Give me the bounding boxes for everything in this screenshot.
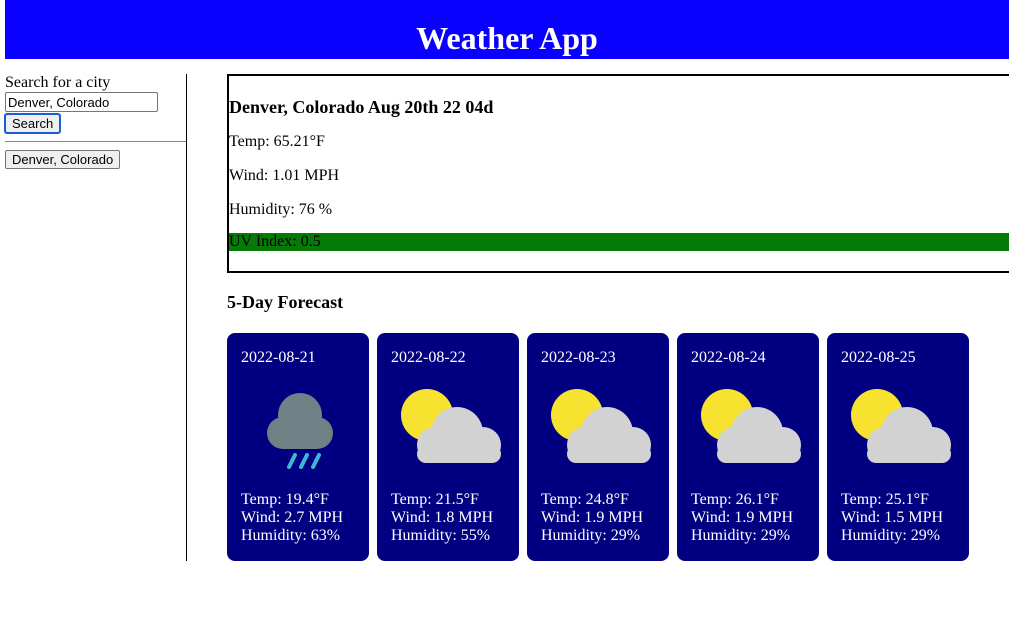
forecast-humidity: Humidity: 55%: [391, 527, 491, 544]
current-weather-panel: Denver, Colorado Aug 20th 22 04d Temp: 6…: [227, 74, 1009, 273]
current-humidity: Humidity: 76 %: [229, 201, 333, 218]
forecast-card: 2022-08-24 Temp: 26.1°F Wind: 1.9 MPH Hu…: [677, 333, 819, 561]
current-temp: Temp: 65.21°F: [229, 133, 325, 150]
forecast-wind: Wind: 2.7 MPH: [241, 509, 344, 526]
forecast-temp: Temp: 24.8°F: [541, 491, 629, 508]
partly-cloudy-icon: [701, 389, 801, 463]
forecast-card: 2022-08-23 Temp: 24.8°F Wind: 1.9 MPH Hu…: [527, 333, 669, 561]
history-item-denver[interactable]: Denver, Colorado: [5, 150, 121, 169]
forecast-cards: 2022-08-21 Temp: 19.4°F Wind: 2.7 MPH Hu…: [227, 333, 969, 561]
forecast-temp: Temp: 26.1°F: [691, 491, 779, 508]
forecast-stats: Temp: 26.1°F Wind: 1.9 MPH Humidity: 29%: [691, 491, 793, 545]
app-header: Weather App: [5, 0, 1009, 59]
forecast-humidity: Humidity: 29%: [691, 527, 791, 544]
forecast-card: 2022-08-22 Temp: 21.5°F Wind: 1.8 MPH Hu…: [377, 333, 519, 561]
current-wind: Wind: 1.01 MPH: [229, 167, 340, 184]
partly-cloudy-icon: [551, 389, 651, 463]
forecast-stats: Temp: 24.8°F Wind: 1.9 MPH Humidity: 29%: [541, 491, 643, 545]
search-button[interactable]: Search: [3, 113, 62, 134]
forecast-humidity: Humidity: 29%: [541, 527, 641, 544]
forecast-wind: Wind: 1.8 MPH: [391, 509, 494, 526]
forecast-stats: Temp: 21.5°F Wind: 1.8 MPH Humidity: 55%: [391, 491, 493, 545]
search-label: Search for a city: [5, 74, 111, 91]
forecast-temp: Temp: 19.4°F: [241, 491, 329, 508]
forecast-wind: Wind: 1.5 MPH: [841, 509, 944, 526]
rain-cloud-icon: [267, 393, 333, 469]
forecast-date: 2022-08-25: [841, 349, 916, 366]
sidebar-divider: [5, 141, 186, 142]
forecast-wind: Wind: 1.9 MPH: [541, 509, 644, 526]
forecast-temp: Temp: 25.1°F: [841, 491, 929, 508]
forecast-date: 2022-08-22: [391, 349, 466, 366]
uv-index-badge: UV Index: 0.5: [229, 233, 1009, 251]
forecast-title: 5-Day Forecast: [227, 292, 344, 312]
forecast-wind: Wind: 1.9 MPH: [691, 509, 794, 526]
partly-cloudy-icon: [851, 389, 951, 463]
forecast-humidity: Humidity: 29%: [841, 527, 941, 544]
forecast-date: 2022-08-21: [241, 349, 316, 366]
forecast-date: 2022-08-23: [541, 349, 616, 366]
sidebar: Search for a city Search Denver, Colorad…: [3, 74, 187, 561]
forecast-card: 2022-08-21 Temp: 19.4°F Wind: 2.7 MPH Hu…: [227, 333, 369, 561]
forecast-humidity: Humidity: 63%: [241, 527, 341, 544]
partly-cloudy-icon: [401, 389, 501, 463]
current-city-heading: Denver, Colorado Aug 20th 22 04d: [229, 97, 494, 117]
forecast-date: 2022-08-24: [691, 349, 766, 366]
app-title: Weather App: [416, 20, 598, 56]
city-search-input[interactable]: [5, 92, 158, 112]
forecast-stats: Temp: 19.4°F Wind: 2.7 MPH Humidity: 63%: [241, 491, 343, 545]
forecast-card: 2022-08-25 Temp: 25.1°F Wind: 1.5 MPH Hu…: [827, 333, 969, 561]
forecast-stats: Temp: 25.1°F Wind: 1.5 MPH Humidity: 29%: [841, 491, 943, 545]
forecast-temp: Temp: 21.5°F: [391, 491, 479, 508]
